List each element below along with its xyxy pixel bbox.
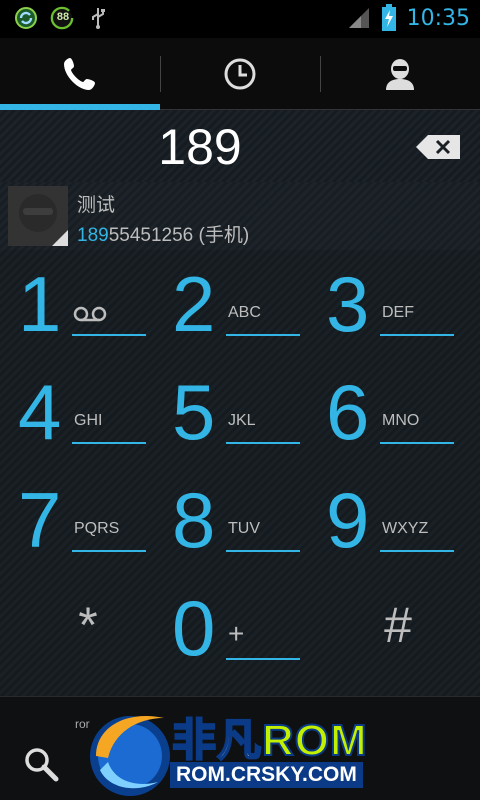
key-digit: 5 [172,368,216,456]
key-5[interactable]: 5 JKL [154,358,314,468]
crsky-logo-icon [90,715,170,796]
key-7[interactable]: 7 PQRS [0,466,160,576]
key-letters: MNO [382,412,420,429]
key-2[interactable]: 2 ABC [154,250,314,360]
key-underline [72,442,146,444]
digits-field[interactable]: 189 [0,110,480,182]
watermark-url: ROM.CRSKY.COM [170,762,363,788]
backspace-icon [416,135,460,159]
usb-icon [86,6,110,30]
search-button[interactable] [22,745,70,785]
watermark-title: 非凡ROM [171,704,368,768]
key-underline [226,658,300,660]
key-underline [380,334,454,336]
clock: 10:35 [406,5,470,31]
key-underline [226,550,300,552]
dialpad: 1 2 ABC 3 DEF 4 GHI 5 JKL 6 MNO 7 PQRS 8… [0,250,480,696]
key-letters: WXYZ [382,520,429,537]
watermark-title-cn: 非凡 [171,715,262,766]
key-letters: PQRS [74,520,120,537]
key-symbol: * [78,597,98,653]
contact-name: 测试 [77,194,116,216]
backspace-button[interactable] [414,134,462,160]
contact-icon [386,59,414,90]
key-underline [380,442,454,444]
key-digit: 6 [326,368,370,456]
key-letters: GHI [74,412,103,429]
number-rest: 55451256 (手机) [108,225,250,246]
key-digit: 0 [172,584,216,672]
voicemail-icon [73,306,107,322]
sync-icon [14,6,38,30]
key-underline [72,550,146,552]
key-digit: 9 [326,476,370,564]
tab-contacts[interactable] [320,38,480,110]
key-underline [72,334,146,336]
key-4[interactable]: 4 GHI [0,358,160,468]
signal-icon [348,8,369,28]
key-9[interactable]: 9 WXYZ [308,466,468,576]
dialed-digits: 189 [158,119,242,175]
key-digit: 1 [18,260,62,348]
watermark-logo: 非凡ROM ROM.CRSKY.COM [78,696,408,800]
key-pound[interactable]: # [318,578,478,688]
key-digit: 4 [18,368,62,456]
key-letters: + [228,618,245,649]
key-letters: JKL [228,412,256,429]
watermark-title-rom: ROM [261,715,368,766]
battery-badge: 88 [56,11,70,23]
key-underline [380,550,454,552]
avatar [8,186,68,246]
status-bar: 88 10:35 [0,0,480,38]
key-star[interactable]: * [8,578,168,688]
key-0[interactable]: 0 + [154,574,314,684]
key-1[interactable]: 1 [0,250,160,360]
key-letters: ABC [228,304,261,321]
key-digit: 2 [172,260,216,348]
key-symbol: # [384,597,412,653]
key-letters: TUV [228,520,260,537]
phone-icon [64,58,95,90]
key-8[interactable]: 8 TUV [154,466,314,576]
battery-88-icon: 88 [50,6,74,30]
key-letters: DEF [382,304,414,321]
key-3[interactable]: 3 DEF [308,250,468,360]
contact-number: 18955451256 (手机) [77,220,249,247]
key-underline [226,442,300,444]
contact-suggestion[interactable]: 测试 18955451256 (手机) [0,182,480,250]
tab-phone[interactable] [0,38,160,110]
key-digit: 8 [172,476,216,564]
key-digit: 3 [326,260,370,348]
battery-charging-icon [381,4,396,31]
clock-icon [224,58,256,90]
tab-bar [0,38,480,110]
tab-call-log[interactable] [160,38,320,110]
key-underline [226,334,300,336]
number-match: 189 [77,225,109,246]
key-6[interactable]: 6 MNO [308,358,468,468]
search-icon [25,748,59,782]
key-digit: 7 [18,476,62,564]
